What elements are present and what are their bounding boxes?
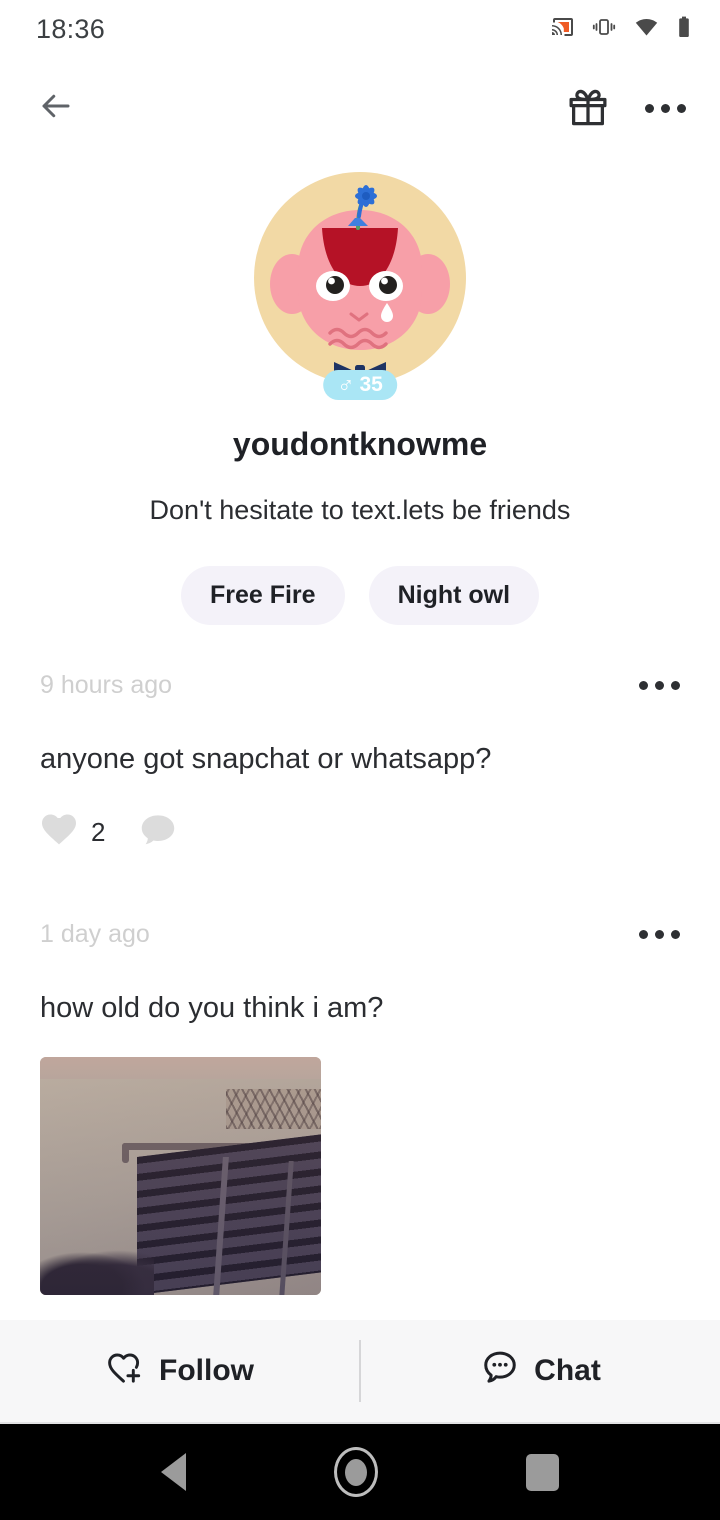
- android-home-icon[interactable]: [334, 1447, 378, 1497]
- avatar[interactable]: ♂ 35: [254, 172, 466, 400]
- tag-chip[interactable]: Night owl: [368, 566, 540, 625]
- like-action[interactable]: 2: [40, 813, 105, 852]
- chat-button[interactable]: Chat: [361, 1320, 720, 1422]
- post-timestamp: 9 hours ago: [40, 670, 173, 699]
- comment-bubble-icon: [139, 813, 177, 852]
- post-header: 1 day ago: [40, 908, 680, 960]
- profile-header: ♂ 35 youdontknowme Don't hesitate to tex…: [0, 158, 720, 625]
- post-item: 9 hours ago anyone got snapchat or whats…: [0, 659, 720, 854]
- post-photo[interactable]: [40, 1057, 321, 1295]
- post-more-icon[interactable]: [639, 680, 680, 690]
- gift-icon[interactable]: [565, 83, 611, 134]
- heart-filled-icon: [40, 813, 78, 852]
- heart-plus-icon: [105, 1348, 145, 1394]
- post-timestamp: 1 day ago: [40, 919, 150, 948]
- bottom-action-bar: Follow Chat: [0, 1320, 720, 1424]
- post-text: anyone got snapchat or whatsapp?: [40, 743, 492, 775]
- top-navigation-bar: [0, 58, 720, 158]
- back-arrow-icon[interactable]: [36, 88, 76, 129]
- vibrate-icon: [591, 15, 617, 44]
- post-item: 1 day ago how old do you think i am?: [0, 908, 720, 1295]
- more-options-icon[interactable]: [645, 103, 686, 113]
- post-header: 9 hours ago: [40, 659, 680, 711]
- post-more-icon[interactable]: [639, 929, 680, 939]
- posts-feed: 9 hours ago anyone got snapchat or whats…: [0, 659, 720, 1295]
- android-back-icon[interactable]: [161, 1453, 186, 1491]
- like-count: 2: [91, 816, 106, 847]
- cast-icon: [549, 15, 575, 44]
- chat-label: Chat: [534, 1354, 601, 1387]
- avatar-image: [254, 172, 466, 384]
- comment-action[interactable]: [139, 813, 190, 852]
- gender-age-badge: ♂ 35: [323, 370, 397, 400]
- top-nav-actions: [565, 83, 686, 134]
- status-bar: 18:36: [0, 0, 720, 58]
- interest-tags: Free Fire Night owl: [0, 566, 720, 625]
- post-actions: 2: [40, 810, 680, 854]
- age-value: 35: [359, 373, 383, 396]
- follow-button[interactable]: Follow: [0, 1320, 359, 1422]
- follow-label: Follow: [159, 1354, 254, 1387]
- android-navigation-bar: [0, 1424, 720, 1520]
- chat-bubble-dots-icon: [480, 1348, 520, 1394]
- android-recents-icon[interactable]: [526, 1453, 559, 1491]
- photo-color-tint: [40, 1057, 321, 1295]
- username: youdontknowme: [232, 426, 488, 462]
- wifi-icon: [633, 15, 660, 44]
- male-symbol-icon: ♂: [337, 371, 355, 397]
- status-time: 18:36: [36, 13, 106, 44]
- profile-bio: Don't hesitate to text.lets be friends: [149, 495, 571, 525]
- status-icons: [549, 15, 692, 44]
- post-text: how old do you think i am?: [40, 992, 384, 1024]
- tag-chip[interactable]: Free Fire: [180, 566, 345, 625]
- battery-icon: [676, 15, 692, 44]
